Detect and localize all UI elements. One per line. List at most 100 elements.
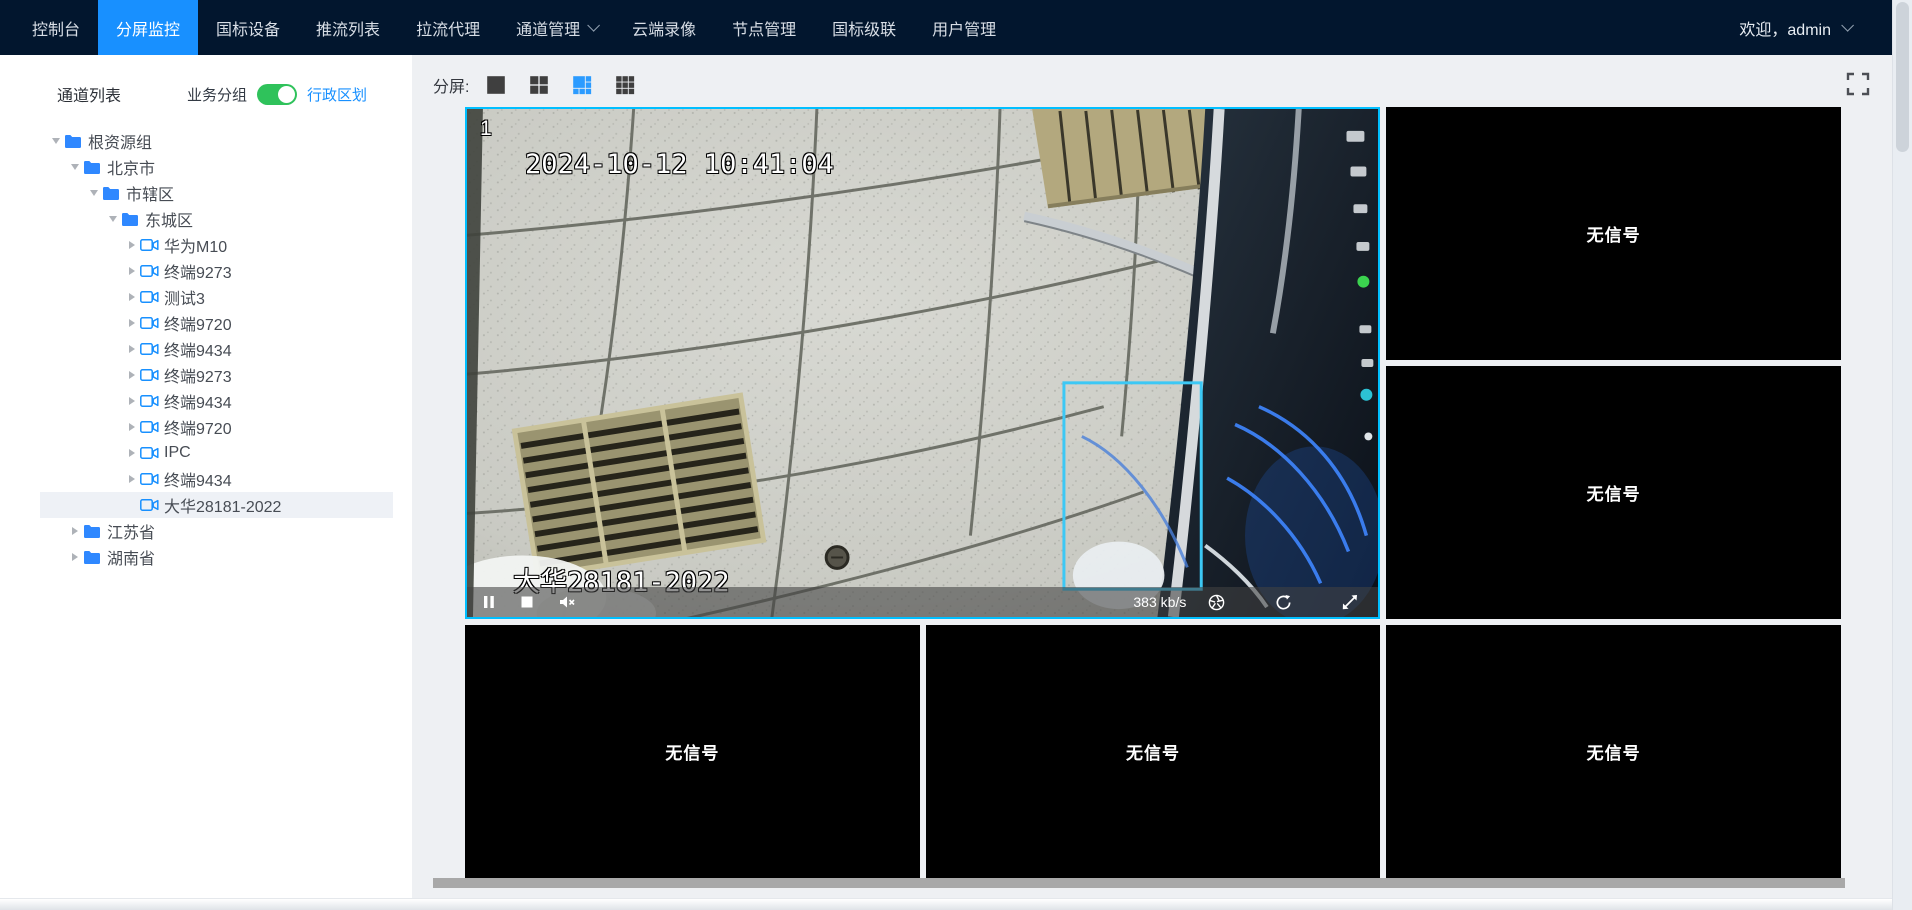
user-menu[interactable]: 欢迎，admin <box>1739 0 1892 55</box>
folder-icon <box>121 212 143 227</box>
camera-icon <box>140 498 162 512</box>
camera-icon <box>140 264 162 278</box>
video-cell-5[interactable]: 无信号 <box>926 625 1381 878</box>
caret-right-icon[interactable] <box>67 527 83 535</box>
folder-icon <box>102 186 124 201</box>
admin-division-label[interactable]: 行政区划 <box>307 84 367 105</box>
video-cell-3[interactable]: 无信号 <box>1386 366 1841 619</box>
sidebar-title: 通道列表 <box>57 82 121 106</box>
tree-node-channel-4[interactable]: 华为M10 <box>40 232 393 258</box>
nav-item-3[interactable]: 推流列表 <box>298 0 398 55</box>
stop-icon[interactable] <box>521 596 533 608</box>
snapshot-aperture-icon[interactable] <box>1208 594 1225 611</box>
camera-icon <box>140 316 162 330</box>
caret-right-icon[interactable] <box>124 241 140 249</box>
folder-icon <box>64 134 86 149</box>
split-6-button-active[interactable] <box>571 74 593 96</box>
caret-right-icon[interactable] <box>124 371 140 379</box>
top-navigation: 控制台分屏监控国标设备推流列表拉流代理通道管理云端录像节点管理国标级联用户管理 … <box>0 0 1892 55</box>
tree-node-channel-7[interactable]: 终端9720 <box>40 310 393 336</box>
caret-down-icon[interactable] <box>48 138 64 144</box>
tree-node-folder-3[interactable]: 东城区 <box>40 206 393 232</box>
tree-node-channel-8[interactable]: 终端9434 <box>40 336 393 362</box>
nav-item-9[interactable]: 用户管理 <box>914 0 1014 55</box>
caret-right-icon[interactable] <box>124 475 140 483</box>
nav-item-5[interactable]: 通道管理 <box>498 0 614 55</box>
chevron-down-icon <box>1841 19 1854 32</box>
tree-node-channel-11[interactable]: 终端9720 <box>40 414 393 440</box>
tree-node-channel-10[interactable]: 终端9434 <box>40 388 393 414</box>
tree-node-label: IPC <box>164 444 191 462</box>
cell-number: 1 <box>480 117 492 141</box>
tree-node-label: 华为M10 <box>164 233 227 257</box>
caret-down-icon[interactable] <box>67 164 83 170</box>
nav-item-2[interactable]: 国标设备 <box>198 0 298 55</box>
split-4-button[interactable] <box>528 74 550 96</box>
video-cell-2[interactable]: 无信号 <box>1386 107 1841 360</box>
tree-node-channel-14[interactable]: 大华28181-2022 <box>40 492 393 518</box>
nav-item-label: 节点管理 <box>732 16 796 40</box>
tree-node-label: 终端9273 <box>164 259 232 283</box>
caret-right-icon[interactable] <box>124 267 140 275</box>
nav-item-1[interactable]: 分屏监控 <box>98 0 198 55</box>
nav-item-7[interactable]: 节点管理 <box>714 0 814 55</box>
tree-node-channel-12[interactable]: IPC <box>40 440 393 466</box>
no-signal-label: 无信号 <box>1587 739 1641 764</box>
tree-node-label: 终端9720 <box>164 311 232 335</box>
pause-icon[interactable] <box>483 595 495 609</box>
user-greeting: 欢迎，admin <box>1739 16 1831 40</box>
tree-node-channel-9[interactable]: 终端9273 <box>40 362 393 388</box>
cell-fullscreen-icon[interactable] <box>1342 594 1358 610</box>
refresh-icon[interactable] <box>1275 594 1292 611</box>
group-mode-toggle[interactable] <box>257 84 297 105</box>
chevron-down-icon <box>587 19 600 32</box>
bitrate-label: 383 kb/s <box>1133 594 1186 610</box>
caret-down-icon[interactable] <box>105 216 121 222</box>
wall-fullscreen-button[interactable] <box>1845 71 1873 99</box>
tree-node-channel-5[interactable]: 终端9273 <box>40 258 393 284</box>
caret-right-icon[interactable] <box>124 423 140 431</box>
caret-right-icon[interactable] <box>124 449 140 457</box>
tree-node-folder-1[interactable]: 北京市 <box>40 154 393 180</box>
video-cell-4[interactable]: 无信号 <box>465 625 920 878</box>
nav-item-label: 用户管理 <box>932 16 996 40</box>
caret-right-icon[interactable] <box>124 293 140 301</box>
nav-item-label: 国标级联 <box>832 16 896 40</box>
split-toolbar: 分屏: <box>433 73 657 97</box>
tree-node-folder-2[interactable]: 市辖区 <box>40 180 393 206</box>
mute-icon[interactable] <box>559 595 576 609</box>
tree-node-label: 市辖区 <box>126 181 174 205</box>
tree-node-folder-16[interactable]: 湖南省 <box>40 544 393 570</box>
tree-node-channel-6[interactable]: 测试3 <box>40 284 393 310</box>
folder-icon <box>83 160 105 175</box>
page-horizontal-scrollbar[interactable] <box>0 898 1912 910</box>
caret-down-icon[interactable] <box>86 190 102 196</box>
split-1-button[interactable] <box>485 74 507 96</box>
tree-node-label: 湖南省 <box>107 545 155 569</box>
no-signal-label: 无信号 <box>1587 480 1641 505</box>
tree-node-folder-0[interactable]: 根资源组 <box>40 128 393 154</box>
player-right-icons <box>1208 594 1358 611</box>
no-signal-label: 无信号 <box>665 739 719 764</box>
osd-timestamp: 2024-10-12 10:41:04 <box>525 149 834 180</box>
page-vertical-scrollbar[interactable] <box>1892 0 1912 910</box>
split-9-button[interactable] <box>614 74 636 96</box>
caret-right-icon[interactable] <box>124 397 140 405</box>
nav-item-0[interactable]: 控制台 <box>14 0 98 55</box>
tree-node-label: 大华28181-2022 <box>164 493 281 517</box>
video-cell-1-live[interactable]: 1 2024-10-12 10:41:04 大华28181-2022 383 k… <box>465 107 1380 619</box>
caret-right-icon[interactable] <box>67 553 83 561</box>
nav-item-4[interactable]: 拉流代理 <box>398 0 498 55</box>
scrollbar-thumb[interactable] <box>1896 2 1909 152</box>
camera-icon <box>140 342 162 356</box>
wall-horizontal-scrollbar[interactable] <box>433 878 1845 888</box>
tree-node-channel-13[interactable]: 终端9434 <box>40 466 393 492</box>
tree-node-folder-15[interactable]: 江苏省 <box>40 518 393 544</box>
nav-item-8[interactable]: 国标级联 <box>814 0 914 55</box>
caret-right-icon[interactable] <box>124 319 140 327</box>
caret-right-icon[interactable] <box>124 345 140 353</box>
tree-node-label: 东城区 <box>145 207 193 231</box>
nav-item-6[interactable]: 云端录像 <box>614 0 714 55</box>
video-cell-6[interactable]: 无信号 <box>1386 625 1841 878</box>
nav-item-label: 国标设备 <box>216 16 280 40</box>
